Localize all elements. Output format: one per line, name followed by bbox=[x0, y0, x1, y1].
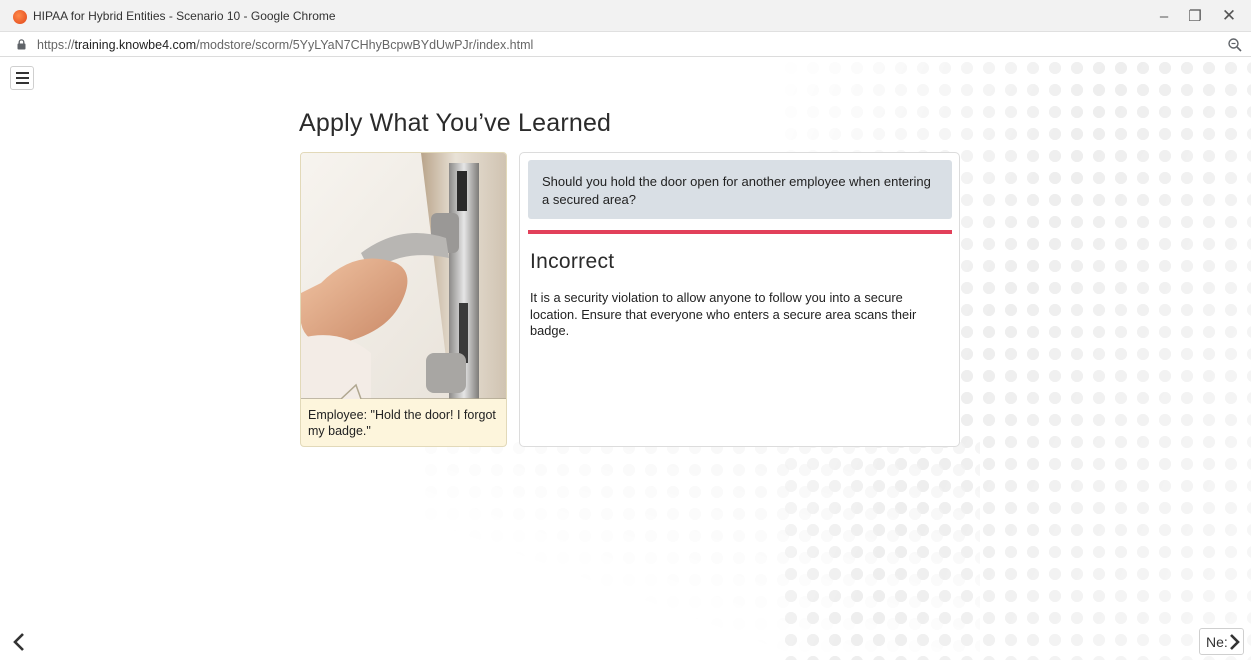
url-text[interactable]: https://training.knowbe4.com/modstore/sc… bbox=[37, 38, 533, 52]
result-explanation: It is a security violation to allow anyo… bbox=[530, 290, 917, 338]
page-title: Apply What You’ve Learned bbox=[299, 109, 612, 137]
window-titlebar: HIPAA for Hybrid Entities - Scenario 10 … bbox=[0, 0, 1251, 32]
chevron-left-icon bbox=[13, 633, 24, 651]
background-pattern bbox=[420, 437, 980, 660]
next-button[interactable]: Ne: bbox=[1199, 628, 1244, 655]
url-scheme: https:// bbox=[37, 38, 75, 52]
incorrect-divider bbox=[528, 230, 952, 234]
zoom-icon[interactable] bbox=[1227, 37, 1243, 53]
hamburger-menu-icon[interactable] bbox=[10, 66, 34, 90]
previous-button[interactable] bbox=[7, 629, 31, 655]
result-title: Incorrect bbox=[530, 250, 615, 273]
feedback-card: Should you hold the door open for anothe… bbox=[519, 152, 960, 447]
close-button[interactable]: ✕ bbox=[1215, 4, 1243, 28]
next-label: Ne: bbox=[1206, 633, 1228, 650]
maximize-button[interactable]: ❐ bbox=[1181, 4, 1209, 28]
scenario-caption: Employee: "Hold the door! I forgot my ba… bbox=[308, 408, 496, 438]
knowbe4-favicon-icon bbox=[13, 10, 27, 24]
door-handle-photo bbox=[301, 153, 506, 399]
scenario-card: Employee: "Hold the door! I forgot my ba… bbox=[300, 152, 507, 447]
address-bar[interactable]: https://training.knowbe4.com/modstore/sc… bbox=[0, 32, 1251, 57]
lock-icon bbox=[17, 39, 26, 50]
url-host: training.knowbe4.com bbox=[74, 38, 197, 52]
course-content: Apply What You’ve Learned Employee: "Hol… bbox=[0, 57, 1251, 660]
question-text: Should you hold the door open for anothe… bbox=[528, 160, 952, 219]
url-path: /modstore/scorm/5YyLYaN7CHhyBcpwBYdUwPJr… bbox=[196, 38, 534, 52]
window-title: HIPAA for Hybrid Entities - Scenario 10 … bbox=[33, 9, 336, 23]
chevron-right-icon bbox=[1229, 633, 1240, 650]
minimize-button[interactable]: – bbox=[1150, 4, 1178, 28]
